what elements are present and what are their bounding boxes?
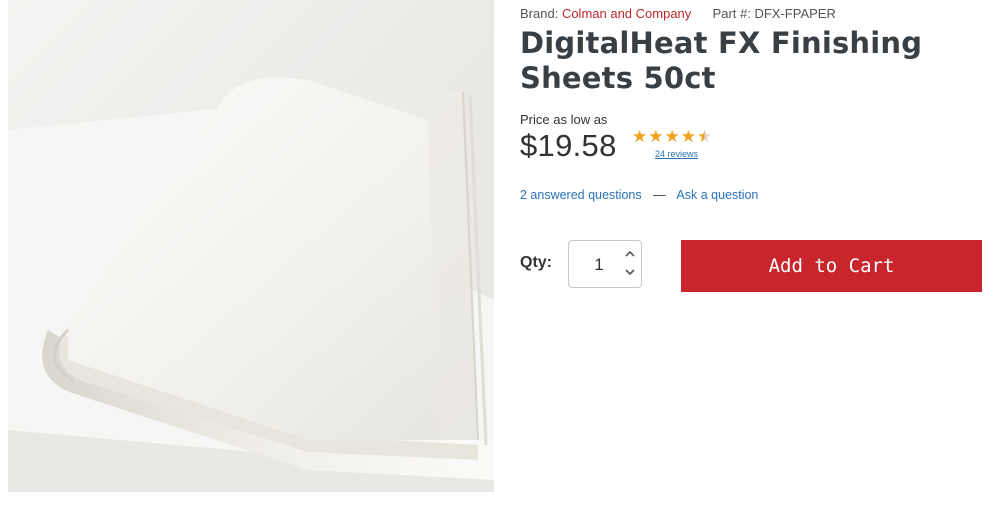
half-star-icon: ★: [697, 127, 713, 146]
product-title: DigitalHeat FX Finishing Sheets 50ct: [520, 26, 923, 95]
star-icon: ★: [648, 127, 664, 146]
price-label: Price as low as: [520, 112, 608, 127]
star-icon: ★: [632, 127, 648, 146]
answered-questions-link[interactable]: 2 answered questions: [520, 188, 642, 202]
chevron-down-icon: [625, 269, 635, 276]
part-label: Part #:: [712, 6, 751, 21]
quantity-stepper: [568, 240, 642, 288]
decrement-button[interactable]: [621, 263, 639, 281]
star-icon: ★: [680, 127, 696, 146]
rating[interactable]: ★ ★ ★ ★ ★ 24 reviews: [632, 128, 732, 160]
part-number: DFX-FPAPER: [754, 6, 836, 21]
star-icon: ★: [664, 127, 680, 146]
stepper-controls: [621, 245, 639, 285]
questions-links: 2 answered questions — Ask a question: [520, 188, 758, 202]
paper-sheets-photo: [8, 0, 494, 492]
increment-button[interactable]: [621, 245, 639, 263]
price: $19.58: [520, 128, 617, 163]
product-meta: Brand: Colman and Company Part #: DFX-FP…: [520, 6, 836, 21]
brand-link[interactable]: Colman and Company: [562, 6, 691, 21]
chevron-up-icon: [625, 250, 635, 257]
brand-label: Brand:: [520, 6, 559, 21]
add-to-cart-button[interactable]: Add to Cart: [681, 240, 982, 292]
star-rating: ★ ★ ★ ★ ★: [632, 128, 732, 146]
quantity-input[interactable]: [577, 253, 621, 277]
reviews-link[interactable]: 24 reviews: [655, 149, 732, 159]
qty-label: Qty:: [520, 254, 552, 271]
ask-question-link[interactable]: Ask a question: [676, 188, 758, 202]
separator: —: [653, 188, 666, 202]
product-image[interactable]: [8, 0, 494, 492]
